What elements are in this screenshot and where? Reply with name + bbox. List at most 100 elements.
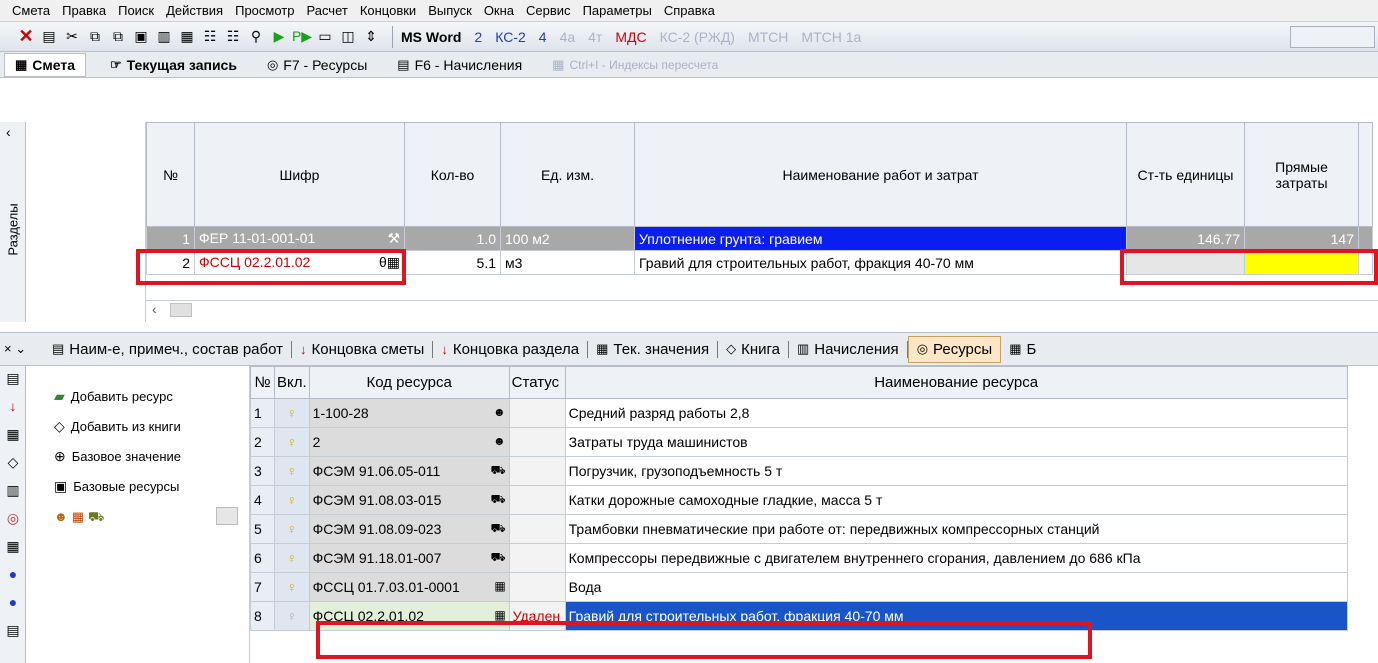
detail-tab[interactable]: ▥ Начисления xyxy=(789,340,908,358)
table-row[interactable]: 2 ФССЦ 02.2.01.02 θ▦ 5.1 м3 Гравий для ст… xyxy=(146,250,1373,275)
play-icon[interactable]: ▶ xyxy=(269,26,289,48)
machine-icon[interactable]: ⛟ xyxy=(88,509,104,527)
horizontal-scrollbar[interactable]: ‹ xyxy=(146,300,1378,318)
scroll-thumb[interactable] xyxy=(170,303,192,317)
table-row[interactable]: 7 ♀ ФССЦ 01.7.03.01-0001 ▦ Вода xyxy=(250,572,1348,602)
collapse-left-icon[interactable]: ‹ xyxy=(6,124,11,140)
doc-button[interactable]: КС-2 xyxy=(495,29,526,45)
detail-tab[interactable]: ↓ Концовка раздела xyxy=(433,340,589,358)
menu-item[interactable]: Концовки xyxy=(354,3,422,18)
insert-rows-icon[interactable]: ☷ xyxy=(200,26,220,48)
find-icon[interactable]: ⚲ xyxy=(246,26,266,48)
menu-item[interactable]: Расчет xyxy=(300,3,353,18)
paste-special-icon[interactable]: ▤ xyxy=(39,26,59,48)
copy-alt-icon[interactable]: ⧉ xyxy=(108,26,128,48)
res-enabled[interactable]: ♀ xyxy=(274,601,310,631)
doc-button[interactable]: КС-2 (РЖД) xyxy=(660,29,735,45)
table-icon[interactable]: ▦ xyxy=(4,538,22,556)
res-enabled[interactable]: ♀ xyxy=(274,485,310,515)
add-resource-button[interactable]: ▰ Добавить ресурс xyxy=(54,388,173,405)
table-row[interactable]: 2 ♀ 2 ☻ Затраты труда машинистов xyxy=(250,427,1348,457)
res-enabled[interactable]: ♀ xyxy=(274,427,310,457)
doc-icon[interactable]: ▤ xyxy=(4,370,22,388)
detail-tab[interactable]: ▤ Наим-е, примеч., состав работ xyxy=(44,340,293,358)
col-res-code[interactable]: Код ресурса xyxy=(308,366,510,399)
doc-button[interactable]: 4а xyxy=(560,29,576,45)
play-p-icon[interactable]: P▶ xyxy=(292,26,312,48)
t3-icon[interactable]: ▭ xyxy=(315,26,335,48)
table-row[interactable]: 1 ФЕР 11-01-001-01 ⚒ 1.0 100 м2 Уплотнени… xyxy=(146,226,1373,251)
menu-item[interactable]: Смета xyxy=(6,3,56,18)
close-dropdown-icon[interactable]: × ⌄ xyxy=(0,341,26,357)
col-direct[interactable]: Прямые затраты xyxy=(1244,122,1359,227)
info-icon[interactable]: ● xyxy=(4,594,22,612)
base-resources-button[interactable]: ▣ Базовые ресурсы xyxy=(54,478,179,495)
scroll-left-icon[interactable]: ‹ xyxy=(152,301,157,317)
doc-button[interactable]: 4т xyxy=(588,29,602,45)
updown-icon[interactable]: ⇕ xyxy=(361,26,381,48)
columns-icon[interactable]: ◫ xyxy=(338,26,358,48)
col-unit[interactable]: Ед. изм. xyxy=(500,122,635,227)
table-row[interactable]: 1 ♀ 1-100-28 ☻ Средний разряд работы 2,8 xyxy=(250,398,1348,428)
menu-item[interactable]: Правка xyxy=(56,3,112,18)
toolbar-field[interactable] xyxy=(1290,26,1375,48)
col-res-vkl[interactable]: Вкл. xyxy=(274,366,310,399)
clipboard-icon[interactable]: ▥ xyxy=(154,26,174,48)
values-icon[interactable]: ▦ xyxy=(4,426,22,444)
col-unit-cost[interactable]: Ст-ть единицы xyxy=(1126,122,1245,227)
table-row[interactable]: 8 ♀ ФССЦ 02.2.01.02 ▦ Удален Гравий для строи… xyxy=(250,601,1348,631)
insert-rows-alt-icon[interactable]: ☷ xyxy=(223,26,243,48)
col-res-num[interactable]: № xyxy=(250,366,275,399)
clock-icon[interactable]: ● xyxy=(4,566,22,584)
col-qty[interactable]: Кол-во xyxy=(404,122,501,227)
material-icon[interactable]: ▦ xyxy=(72,509,84,527)
tab-accruals[interactable]: ▤ F6 - Начисления xyxy=(397,57,522,73)
res-enabled[interactable]: ♀ xyxy=(274,398,310,428)
calculator-icon[interactable]: ▥ xyxy=(4,482,22,500)
res-enabled[interactable]: ♀ xyxy=(274,572,310,602)
res-enabled[interactable]: ♀ xyxy=(274,543,310,573)
menu-item[interactable]: Сервис xyxy=(520,3,577,18)
more-icon[interactable]: ▤ xyxy=(4,622,22,640)
table-row[interactable]: 4 ♀ ФСЭМ 91.08.03-015 ⛟ Катки дорожные самох… xyxy=(250,485,1348,515)
res-enabled[interactable]: ♀ xyxy=(274,514,310,544)
menu-item[interactable]: Выпуск xyxy=(422,3,478,18)
detail-tab[interactable]: ◎ Ресурсы xyxy=(907,335,1002,363)
clipboard-alt-icon[interactable]: ▦ xyxy=(177,26,197,48)
tab-smeta[interactable]: ▦ Смета xyxy=(4,52,87,77)
calculator-icon[interactable] xyxy=(216,507,238,525)
doc-button[interactable]: 4 xyxy=(539,29,547,45)
detail-tab[interactable]: ◇ Книга xyxy=(718,340,789,358)
add-from-book-button[interactable]: ◇ Добавить из книги xyxy=(54,418,181,435)
col-code[interactable]: Шифр xyxy=(194,122,405,227)
col-res-name[interactable]: Наименование ресурса xyxy=(564,366,1348,399)
tab-indexes[interactable]: ▦ Ctrl+I - Индексы пересчета xyxy=(552,57,718,73)
menu-item[interactable]: Просмотр xyxy=(229,3,300,18)
copy-icon[interactable]: ⧉ xyxy=(85,26,105,48)
book-icon[interactable]: ◇ xyxy=(4,454,22,472)
resources-icon[interactable]: ◎ xyxy=(4,510,22,528)
menu-item[interactable]: Справка xyxy=(658,3,721,18)
col-name[interactable]: Наименование работ и затрат xyxy=(634,122,1127,227)
tab-resources[interactable]: ◎ F7 - Ресурсы xyxy=(267,57,367,73)
menu-item[interactable]: Окна xyxy=(478,3,520,18)
doc-button[interactable]: МДС xyxy=(615,29,646,45)
doc-button[interactable]: MS Word xyxy=(401,29,461,45)
detail-tab[interactable]: ↓ Концовка сметы xyxy=(292,340,434,358)
table-row[interactable]: 3 ♀ ФСЭМ 91.06.05-011 ⛟ Погрузчик, грузоподъ… xyxy=(250,456,1348,486)
col-res-status[interactable]: Статус xyxy=(508,366,566,399)
col-num[interactable]: № xyxy=(146,122,195,227)
doc-button[interactable]: МТСН 1а xyxy=(801,29,861,45)
doc-button[interactable]: МТСН xyxy=(748,29,788,45)
paste-icon[interactable]: ▣ xyxy=(131,26,151,48)
table-row[interactable]: 5 ♀ ФСЭМ 91.08.09-023 ⛟ Трамбовки пневматиче… xyxy=(250,514,1348,544)
doc-button[interactable]: 2 xyxy=(474,29,482,45)
detail-tab[interactable]: ▦ Тек. значения xyxy=(588,340,719,358)
people-icon[interactable]: ☻ xyxy=(54,509,68,527)
sections-strip[interactable]: ‹ Разделы xyxy=(0,122,26,322)
delete-icon[interactable]: ✕ xyxy=(16,26,36,48)
menu-item[interactable]: Действия xyxy=(160,3,229,18)
menu-item[interactable]: Поиск xyxy=(112,3,160,18)
detail-tab[interactable]: ▦ Б xyxy=(1001,341,1044,358)
menu-item[interactable]: Параметры xyxy=(577,3,658,18)
